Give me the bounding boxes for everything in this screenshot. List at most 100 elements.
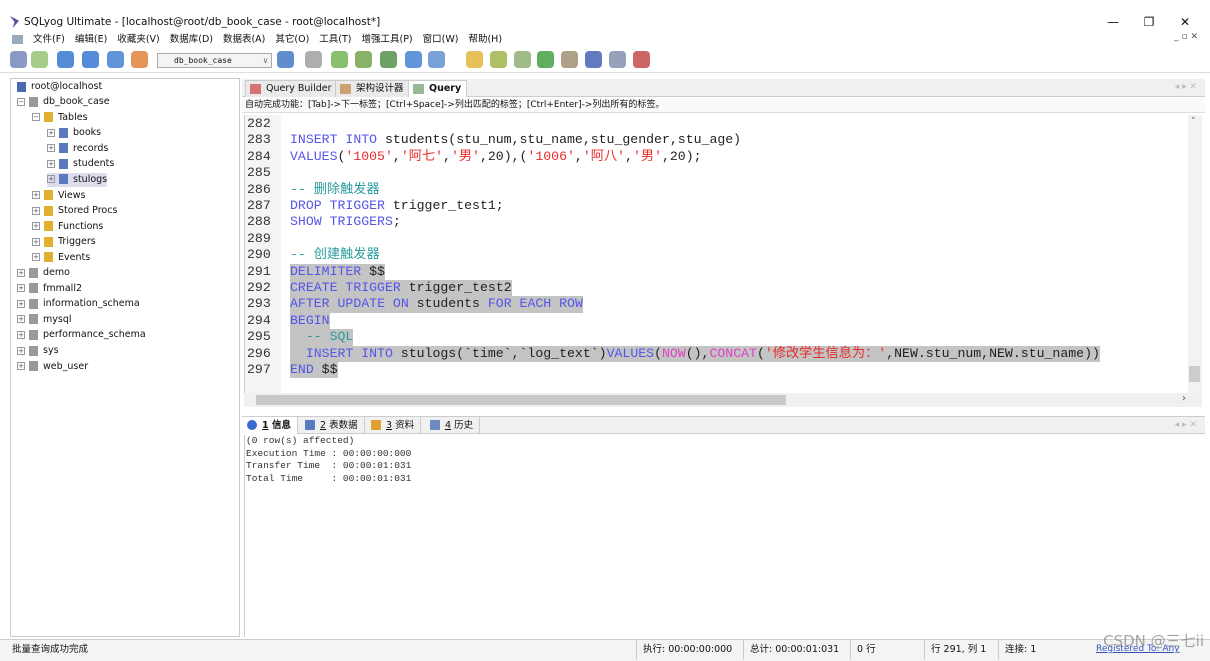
toolbar-button-icon[interactable]	[277, 51, 294, 68]
toolbar-button-icon[interactable]	[466, 51, 483, 68]
menu-item[interactable]: 文件(F)	[33, 31, 65, 45]
code-content[interactable]: CREATE TRIGGER trigger_test2	[290, 280, 512, 297]
collapse-icon[interactable]: −	[32, 113, 40, 122]
mdi-window-controls[interactable]: _ ▫ ✕	[1174, 32, 1198, 42]
toolbar-button-icon[interactable]	[609, 51, 626, 68]
toolbar-button-icon[interactable]	[585, 51, 602, 68]
menu-item[interactable]: 数据表(A)	[223, 31, 265, 45]
tree-item-students[interactable]: + students	[47, 157, 114, 171]
tree-item-stulogs[interactable]: + stulogs	[47, 172, 108, 187]
toolbar-button-icon[interactable]	[428, 51, 445, 68]
collapse-icon[interactable]: −	[17, 97, 25, 106]
expand-icon[interactable]: +	[32, 206, 40, 215]
tree-item-demo[interactable]: + demo	[17, 266, 70, 280]
code-content[interactable]: AFTER UPDATE ON students FOR EACH ROW	[290, 296, 583, 313]
result-tab-nav-icon[interactable]: ◂ ▸ ✕	[1175, 420, 1197, 430]
toolbar-button-icon[interactable]	[514, 51, 531, 68]
horizontal-scroll-thumb[interactable]	[256, 395, 786, 405]
tree-item-triggers[interactable]: + Triggers	[32, 235, 96, 249]
toolbar-button-icon[interactable]	[380, 51, 397, 68]
scroll-up-icon[interactable]: ˄	[1191, 117, 1196, 127]
sql-editor[interactable]: 282 283 INSERT INTO students(stu_num,stu_n…	[244, 115, 1188, 393]
expand-icon[interactable]: +	[17, 284, 25, 293]
menu-item[interactable]: 工具(T)	[319, 31, 351, 45]
tree-item-db-book-case[interactable]: − db_book_case	[17, 95, 110, 109]
tab-query[interactable]: Query	[408, 80, 468, 97]
toolbar-button-icon[interactable]	[31, 51, 48, 68]
tree-item-web-user[interactable]: + web_user	[17, 360, 88, 374]
tree-item-performance-schema[interactable]: + performance_schema	[17, 328, 146, 342]
expand-icon[interactable]: +	[47, 144, 55, 153]
toolbar-button-icon[interactable]	[305, 51, 322, 68]
tree-item-mysql[interactable]: + mysql	[17, 313, 72, 327]
scroll-right-icon[interactable]: ›	[1182, 393, 1186, 404]
menu-item[interactable]: 窗口(W)	[423, 31, 459, 45]
close-button[interactable]: ✕	[1170, 12, 1200, 32]
expand-icon[interactable]: +	[17, 346, 25, 355]
expand-icon[interactable]: +	[17, 362, 25, 371]
expand-icon[interactable]: +	[32, 253, 40, 262]
minimize-button[interactable]: —	[1098, 12, 1128, 32]
tree-item-functions[interactable]: + Functions	[32, 220, 103, 234]
menu-item[interactable]: 帮助(H)	[468, 31, 502, 45]
maximize-button[interactable]: ❐	[1134, 12, 1164, 32]
toolbar-button-icon[interactable]	[355, 51, 372, 68]
code-content[interactable]: -- 创建触发器	[290, 247, 380, 263]
editor-vertical-scrollbar[interactable]: ˄	[1188, 115, 1202, 393]
code-content[interactable]: SHOW TRIGGERS;	[290, 214, 401, 230]
result-tab-4[interactable]: 4 历史	[425, 417, 481, 434]
tree-item-records[interactable]: + records	[47, 142, 108, 156]
toolbar-button-icon[interactable]	[107, 51, 124, 68]
database-select[interactable]: db_book_case ∨	[157, 53, 272, 68]
toolbar-button-icon[interactable]	[537, 51, 554, 68]
menu-item[interactable]: 收藏夹(V)	[117, 31, 159, 45]
expand-icon[interactable]: +	[17, 268, 25, 277]
expand-icon[interactable]: +	[32, 191, 40, 199]
expand-icon[interactable]: +	[47, 159, 55, 168]
code-content[interactable]: -- 删除触发器	[290, 182, 380, 198]
tree-item-views[interactable]: + Views	[32, 189, 86, 203]
expand-icon[interactable]: +	[32, 222, 40, 231]
expand-icon[interactable]: +	[17, 330, 25, 339]
tree-item-tables[interactable]: − Tables	[32, 111, 88, 125]
result-tab-3[interactable]: 3 资料	[366, 417, 422, 434]
toolbar-button-icon[interactable]	[10, 51, 27, 68]
result-tab-1[interactable]: 1 信息	[242, 417, 298, 434]
code-content[interactable]: VALUES('1005','阿七','男',20),('1006','阿八',…	[290, 149, 702, 165]
code-content[interactable]: -- SQL	[290, 329, 354, 346]
toolbar-button-icon[interactable]	[633, 51, 650, 68]
toolbar-button-icon[interactable]	[82, 51, 99, 68]
toolbar-button-icon[interactable]	[405, 51, 422, 68]
tree-item-fmmall2[interactable]: + fmmall2	[17, 282, 82, 296]
expand-icon[interactable]: +	[32, 237, 40, 246]
tree-item-information-schema[interactable]: + information_schema	[17, 297, 140, 311]
tree-item-events[interactable]: + Events	[32, 251, 90, 265]
expand-icon[interactable]: +	[17, 299, 25, 308]
toolbar-button-icon[interactable]	[57, 51, 74, 68]
tab-架构设计器[interactable]: 架构设计器	[335, 80, 410, 97]
code-content[interactable]: INSERT INTO stulogs(`time`,`log_text`)VA…	[290, 345, 1100, 362]
tab-query-builder[interactable]: Query Builder	[245, 80, 338, 97]
code-content[interactable]: INSERT INTO students(stu_num,stu_name,st…	[290, 132, 741, 148]
menu-item[interactable]: 增强工具(P)	[362, 31, 413, 45]
tree-item-books[interactable]: + books	[47, 126, 101, 140]
menu-item[interactable]: 数据库(D)	[170, 31, 213, 45]
expand-icon[interactable]: +	[47, 175, 55, 184]
tree-item-sys[interactable]: + sys	[17, 344, 59, 358]
code-content[interactable]: DELIMITER $$	[290, 263, 385, 280]
toolbar-button-icon[interactable]	[561, 51, 578, 68]
menu-item[interactable]: 其它(O)	[275, 31, 309, 45]
expand-icon[interactable]: +	[47, 128, 55, 137]
tree-root-connection[interactable]: root@localhost	[17, 80, 102, 94]
vertical-scroll-thumb[interactable]	[1189, 366, 1200, 382]
code-content[interactable]: BEGIN	[290, 312, 330, 330]
toolbar-button-icon[interactable]	[131, 51, 148, 68]
toolbar-button-icon[interactable]	[331, 51, 348, 68]
tree-item-stored-procs[interactable]: + Stored Procs	[32, 204, 117, 218]
code-content[interactable]: DROP TRIGGER trigger_test1;	[290, 198, 504, 214]
tab-nav-arrows-icon[interactable]: ◂ ▸ ✕	[1175, 82, 1197, 92]
toolbar-button-icon[interactable]	[490, 51, 507, 68]
window-menu-icon[interactable]	[12, 34, 23, 44]
menu-item[interactable]: 编辑(E)	[75, 31, 107, 45]
expand-icon[interactable]: +	[17, 315, 25, 324]
